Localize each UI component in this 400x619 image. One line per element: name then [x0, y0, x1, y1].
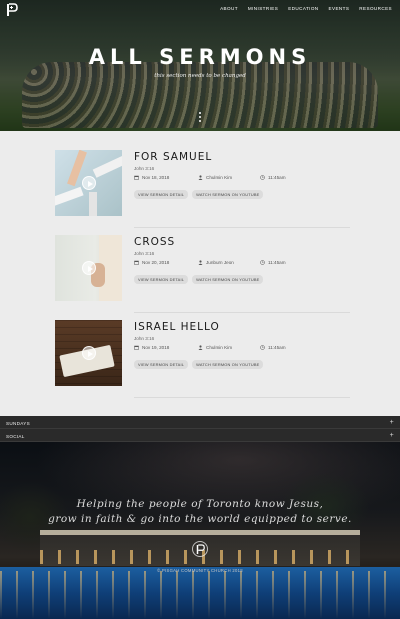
clock-icon [260, 260, 265, 265]
play-icon[interactable] [82, 176, 96, 190]
sermon-verse: John 3:16 [134, 166, 155, 171]
section-label: SOCIAL [6, 434, 25, 439]
sermon-title[interactable]: ISRAEL HELLO [134, 321, 220, 333]
nav-resources[interactable]: RESOURCES [359, 6, 392, 11]
sermon-time: 11:45am [260, 260, 286, 265]
divider [134, 312, 350, 313]
sermon-date: Nov 20, 2018 [134, 260, 169, 265]
sermon-speaker: Chulmin Kim [198, 345, 232, 350]
sermon-time: 11:45am [260, 175, 286, 180]
sermon-time: 11:45am [260, 345, 286, 350]
view-sermon-detail-button[interactable]: VIEW SERMON DETAIL [134, 275, 189, 284]
footer-tagline: Helping the people of Toronto know Jesus… [48, 498, 352, 525]
nav-events[interactable]: EVENTS [329, 6, 350, 11]
calendar-icon [134, 175, 139, 180]
sermon-item: CROSS John 3:16 Nov 20, 2018 Junburn Jeo… [55, 235, 350, 320]
clock-icon [260, 345, 265, 350]
copyright-text: © PISGAH COMMUNITY CHURCH 2018 [157, 568, 243, 573]
watch-on-youtube-button[interactable]: WATCH SERMON ON YOUTUBE [192, 190, 264, 199]
sermon-date: Nov 18, 2018 [134, 175, 169, 180]
user-icon [198, 260, 203, 265]
view-sermon-detail-button[interactable]: VIEW SERMON DETAIL [134, 190, 189, 199]
section-label: SUNDAYS [6, 421, 30, 426]
main-nav: ABOUT MINISTRIES EDUCATION EVENTS RESOUR… [220, 6, 392, 11]
calendar-icon [134, 260, 139, 265]
play-icon[interactable] [82, 346, 96, 360]
sermon-speaker: Chulmin Kim [198, 175, 232, 180]
sermon-thumbnail[interactable] [55, 150, 122, 216]
nav-about[interactable]: ABOUT [220, 6, 238, 11]
footer-photo [0, 442, 400, 619]
sermon-title[interactable]: FOR SAMUEL [134, 151, 212, 163]
scroll-indicator-icon [199, 112, 201, 124]
divider [134, 397, 350, 398]
sermon-thumbnail[interactable] [55, 235, 122, 301]
divider [134, 227, 350, 228]
nav-ministries[interactable]: MINISTRIES [248, 6, 278, 11]
user-icon [198, 345, 203, 350]
expand-icon[interactable]: + [390, 419, 394, 426]
footer-section-sundays[interactable]: SUNDAYS + [0, 416, 400, 429]
expand-icon[interactable]: + [390, 432, 394, 439]
sermon-thumbnail[interactable] [55, 320, 122, 386]
user-icon [198, 175, 203, 180]
nav-education[interactable]: EDUCATION [288, 6, 318, 11]
sermon-speaker: Junburn Jeon [198, 260, 234, 265]
sermon-item: ISRAEL HELLO John 3:16 Nov 19, 2018 Chul… [55, 320, 350, 405]
footer-section-social[interactable]: SOCIAL + [0, 429, 400, 442]
clock-icon [260, 175, 265, 180]
view-sermon-detail-button[interactable]: VIEW SERMON DETAIL [134, 360, 189, 369]
footer-logo-icon[interactable] [192, 541, 208, 557]
page-subtitle: this section needs to be changed [154, 73, 246, 79]
church-logo-icon[interactable] [6, 3, 18, 17]
sermon-title[interactable]: CROSS [134, 236, 175, 248]
calendar-icon [134, 345, 139, 350]
sermon-item: FOR SAMUEL John 3:16 Nov 18, 2018 Chulmi… [55, 150, 350, 235]
sermon-list: FOR SAMUEL John 3:16 Nov 18, 2018 Chulmi… [55, 150, 350, 405]
sermon-verse: John 3:16 [134, 251, 155, 256]
play-icon[interactable] [82, 261, 96, 275]
sermon-verse: John 3:16 [134, 336, 155, 341]
watch-on-youtube-button[interactable]: WATCH SERMON ON YOUTUBE [192, 360, 264, 369]
watch-on-youtube-button[interactable]: WATCH SERMON ON YOUTUBE [192, 275, 264, 284]
sermon-date: Nov 19, 2018 [134, 345, 169, 350]
page-title: ALL SERMONS [88, 45, 312, 69]
